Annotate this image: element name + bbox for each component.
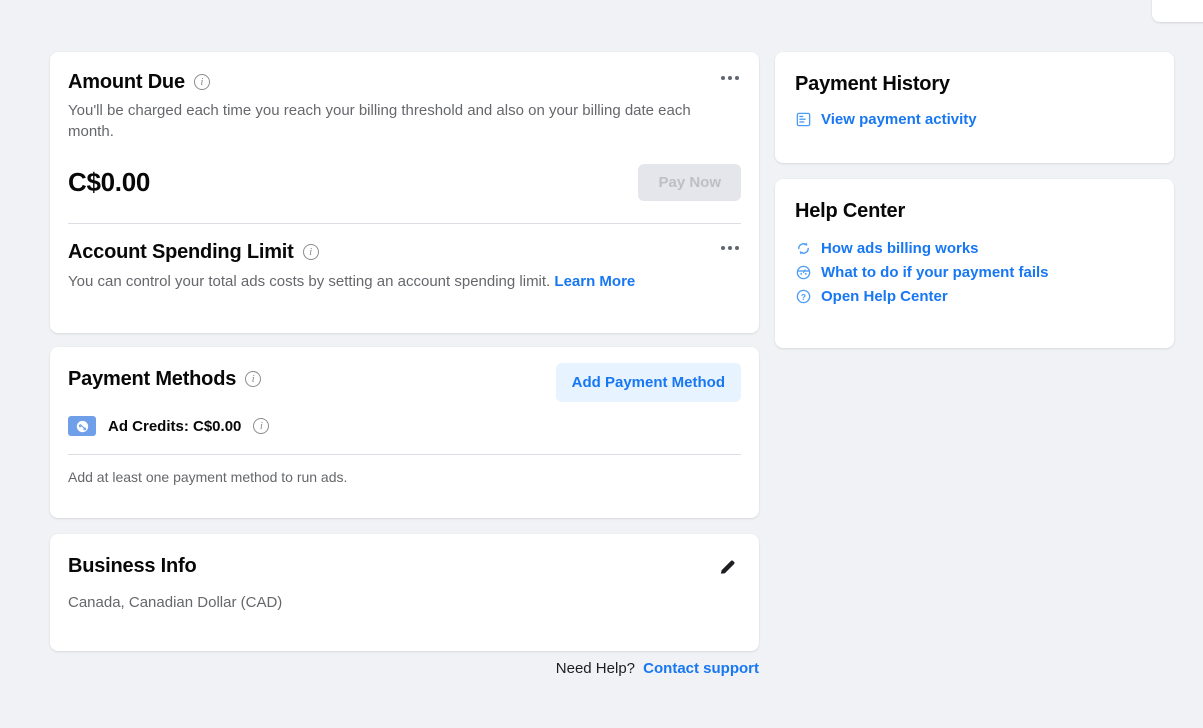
help-link-row-payment-fails[interactable]: What to do if your payment fails bbox=[795, 264, 1154, 281]
spending-limit-description: You can control your total ads costs by … bbox=[68, 271, 740, 292]
contact-support-link[interactable]: Contact support bbox=[643, 660, 759, 677]
sad-face-icon bbox=[795, 264, 812, 281]
help-center-title: Help Center bbox=[795, 199, 1154, 223]
payment-history-card: Payment History View payment activity bbox=[775, 52, 1174, 163]
footer: Need Help? Contact support bbox=[50, 660, 759, 677]
receipt-icon bbox=[795, 111, 812, 128]
view-payment-activity-link[interactable]: View payment activity bbox=[821, 111, 977, 128]
top-right-partial-panel bbox=[1152, 0, 1203, 22]
ad-credits-label: Ad Credits: C$0.00 bbox=[108, 418, 241, 435]
info-circle-icon[interactable] bbox=[253, 418, 269, 434]
ad-credit-coupon-icon bbox=[68, 416, 96, 436]
business-info-card: Business Info Canada, Canadian Dollar (C… bbox=[50, 534, 759, 651]
add-payment-method-button[interactable]: Add Payment Method bbox=[556, 363, 741, 402]
billing-page: Amount Due You'll be charged each time y… bbox=[0, 0, 1203, 728]
amount-due-title: Amount Due bbox=[68, 70, 185, 94]
payment-fails-link[interactable]: What to do if your payment fails bbox=[821, 264, 1049, 281]
amount-due-value: C$0.00 bbox=[68, 167, 150, 198]
amount-due-description: You'll be charged each time you reach yo… bbox=[68, 100, 740, 142]
open-help-center-link[interactable]: Open Help Center bbox=[821, 288, 948, 305]
view-payment-activity-row[interactable]: View payment activity bbox=[795, 111, 1154, 128]
overflow-menu-icon[interactable] bbox=[717, 72, 743, 84]
help-center-card: Help Center How ads billing works bbox=[775, 179, 1174, 348]
spending-limit-title: Account Spending Limit bbox=[68, 240, 294, 264]
amount-due-card: Amount Due You'll be charged each time y… bbox=[50, 52, 759, 333]
list-item[interactable]: Ad Credits: C$0.00 bbox=[68, 416, 741, 436]
payment-methods-title: Payment Methods bbox=[68, 367, 236, 391]
refresh-cycle-icon bbox=[795, 240, 812, 257]
info-circle-icon[interactable] bbox=[303, 244, 319, 260]
learn-more-link[interactable]: Learn More bbox=[554, 273, 635, 290]
pay-now-button[interactable]: Pay Now bbox=[638, 164, 741, 201]
question-circle-icon: ? bbox=[795, 288, 812, 305]
help-link-row-billing[interactable]: How ads billing works bbox=[795, 240, 1154, 257]
overflow-menu-icon[interactable] bbox=[717, 242, 743, 254]
pencil-edit-icon[interactable] bbox=[714, 554, 741, 581]
spending-limit-description-text: You can control your total ads costs by … bbox=[68, 273, 550, 290]
need-help-label: Need Help? bbox=[556, 660, 635, 677]
business-info-detail: Canada, Canadian Dollar (CAD) bbox=[68, 594, 741, 611]
svg-text:?: ? bbox=[801, 292, 806, 302]
business-info-title: Business Info bbox=[68, 554, 197, 578]
payment-history-title: Payment History bbox=[795, 72, 1154, 96]
how-ads-billing-works-link[interactable]: How ads billing works bbox=[821, 240, 979, 257]
info-circle-icon[interactable] bbox=[245, 371, 261, 387]
payment-methods-card: Payment Methods Add Payment Method Ad Cr… bbox=[50, 347, 759, 518]
payment-methods-note: Add at least one payment method to run a… bbox=[68, 469, 741, 485]
info-circle-icon[interactable] bbox=[194, 74, 210, 90]
help-link-row-open-help[interactable]: ? Open Help Center bbox=[795, 288, 1154, 305]
